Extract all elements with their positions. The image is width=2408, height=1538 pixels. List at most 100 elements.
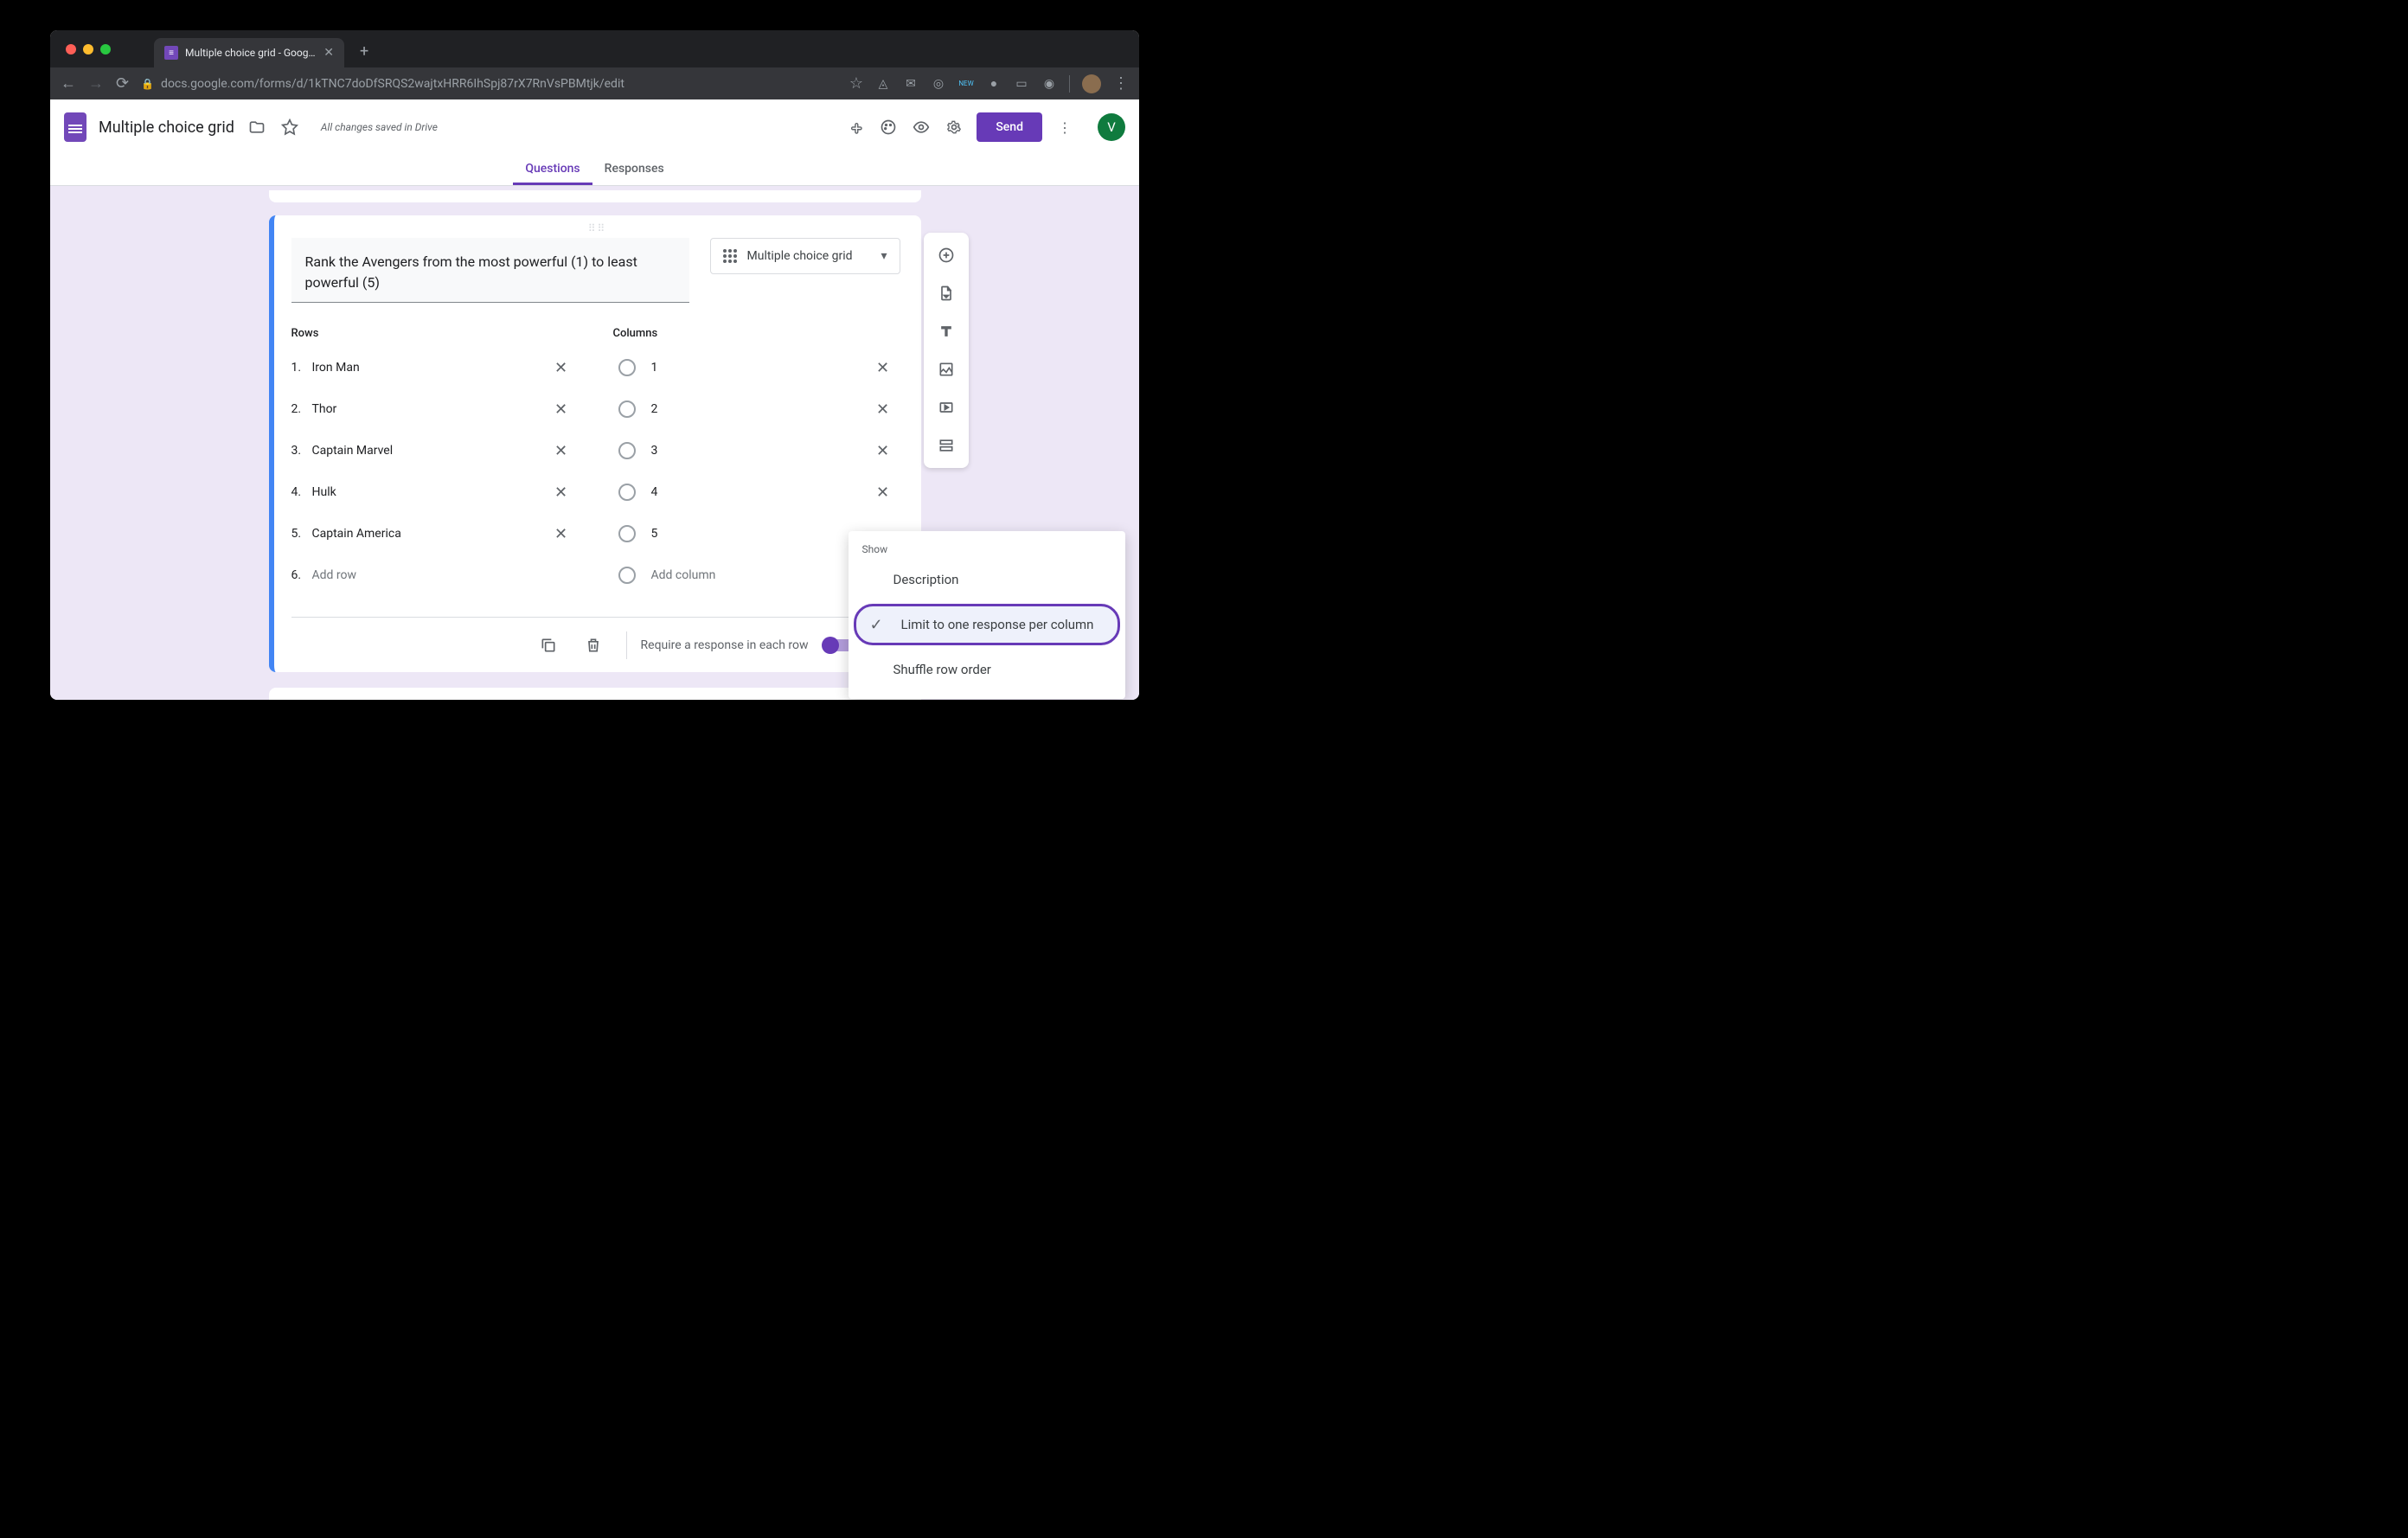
reload-button[interactable]: ⟳ bbox=[116, 74, 129, 93]
column-option[interactable]: 4✕ bbox=[613, 471, 900, 513]
remove-column-icon[interactable]: ✕ bbox=[866, 484, 900, 502]
popup-shuffle-rows[interactable]: Shuffle row order bbox=[849, 649, 1125, 690]
back-button[interactable]: ← bbox=[61, 74, 76, 93]
browser-window: ≡ Multiple choice grid - Google Fo ✕ + ←… bbox=[50, 30, 1139, 700]
remove-row-icon[interactable]: ✕ bbox=[544, 401, 579, 419]
ext-icon[interactable]: NEW bbox=[958, 76, 974, 92]
row-option[interactable]: 3.Captain Marvel✕ bbox=[291, 430, 579, 471]
popup-limit-per-column[interactable]: ✓Limit to one response per column bbox=[854, 604, 1120, 645]
remove-row-icon[interactable]: ✕ bbox=[544, 442, 579, 460]
require-label: Require a response in each row bbox=[641, 638, 809, 652]
preview-icon[interactable] bbox=[911, 117, 932, 138]
side-toolbar bbox=[924, 233, 969, 468]
remove-row-icon[interactable]: ✕ bbox=[544, 359, 579, 377]
question-text-input[interactable]: Rank the Avengers from the most powerful… bbox=[291, 238, 689, 303]
ext-icon[interactable]: ◉ bbox=[1041, 76, 1057, 92]
row-option[interactable]: 4.Hulk✕ bbox=[291, 471, 579, 513]
remove-row-icon[interactable]: ✕ bbox=[544, 484, 579, 502]
rows-column: 1.Iron Man✕ 2.Thor✕ 3.Captain Marvel✕ 4.… bbox=[291, 347, 579, 596]
palette-icon[interactable] bbox=[878, 117, 899, 138]
question-type-select[interactable]: Multiple choice grid ▾ bbox=[710, 238, 900, 274]
options-popup: Show Description ✓Limit to one response … bbox=[849, 531, 1125, 699]
forward-button[interactable]: → bbox=[88, 74, 104, 93]
radio-icon bbox=[618, 525, 636, 542]
send-button[interactable]: Send bbox=[977, 112, 1042, 142]
tab-title: Multiple choice grid - Google Fo bbox=[185, 47, 317, 59]
browser-menu-icon[interactable]: ⋮ bbox=[1113, 74, 1129, 93]
grid-icon bbox=[723, 249, 737, 263]
close-tab-icon[interactable]: ✕ bbox=[323, 46, 334, 60]
add-title-icon[interactable] bbox=[931, 316, 962, 347]
question-type-label: Multiple choice grid bbox=[747, 249, 853, 263]
form-canvas: ⠿⠿ Rank the Avengers from the most power… bbox=[50, 186, 1139, 700]
duplicate-icon[interactable] bbox=[529, 626, 567, 664]
extensions: ◬ ✉ ◎ NEW ● ▭ ◉ bbox=[875, 76, 1057, 92]
profile-avatar[interactable] bbox=[1082, 74, 1101, 93]
divider bbox=[626, 631, 627, 659]
form-title[interactable]: Multiple choice grid bbox=[99, 119, 234, 137]
drag-handle-icon[interactable]: ⠿⠿ bbox=[588, 222, 607, 234]
add-video-icon[interactable] bbox=[931, 392, 962, 423]
tab-questions[interactable]: Questions bbox=[513, 155, 592, 185]
column-option[interactable]: 2✕ bbox=[613, 388, 900, 430]
chevron-down-icon: ▾ bbox=[881, 249, 887, 263]
star-icon[interactable] bbox=[279, 117, 300, 138]
radio-icon bbox=[618, 401, 636, 418]
delete-icon[interactable] bbox=[574, 626, 612, 664]
maximize-window[interactable] bbox=[100, 44, 111, 54]
url-field[interactable]: 🔒 docs.google.com/forms/d/1kTNC7doDfSRQS… bbox=[141, 77, 837, 91]
address-bar: ← → ⟳ 🔒 docs.google.com/forms/d/1kTNC7do… bbox=[50, 67, 1139, 99]
minimize-window[interactable] bbox=[83, 44, 93, 54]
window-controls bbox=[66, 44, 111, 54]
forms-header: Multiple choice grid All changes saved i… bbox=[50, 99, 1139, 155]
remove-row-icon[interactable]: ✕ bbox=[544, 525, 579, 543]
radio-icon bbox=[618, 484, 636, 501]
remove-column-icon[interactable]: ✕ bbox=[866, 359, 900, 377]
add-section-icon[interactable] bbox=[931, 430, 962, 461]
browser-tab[interactable]: ≡ Multiple choice grid - Google Fo ✕ bbox=[154, 38, 344, 67]
form-tabs: Questions Responses bbox=[50, 155, 1139, 186]
titlebar: ≡ Multiple choice grid - Google Fo ✕ + bbox=[50, 30, 1139, 67]
forms-logo-icon[interactable] bbox=[64, 112, 86, 142]
question-card[interactable]: ⠿⠿ Rank the Avengers from the most power… bbox=[269, 215, 921, 672]
row-option[interactable]: 5.Captain America✕ bbox=[291, 513, 579, 554]
remove-column-icon[interactable]: ✕ bbox=[866, 401, 900, 419]
more-icon[interactable]: ⋮ bbox=[1054, 117, 1075, 138]
radio-icon bbox=[618, 359, 636, 376]
lock-icon: 🔒 bbox=[141, 78, 154, 90]
ext-icon[interactable]: ✉ bbox=[903, 76, 919, 92]
rows-header: Rows bbox=[291, 327, 579, 340]
add-question-icon[interactable] bbox=[931, 240, 962, 271]
add-image-icon[interactable] bbox=[931, 354, 962, 385]
remove-column-icon[interactable]: ✕ bbox=[866, 442, 900, 460]
settings-icon[interactable] bbox=[944, 117, 964, 138]
user-avatar[interactable]: V bbox=[1098, 113, 1125, 141]
addons-icon[interactable] bbox=[845, 117, 866, 138]
popup-description[interactable]: Description bbox=[849, 559, 1125, 600]
url-text: docs.google.com/forms/d/1kTNC7doDfSRQS2w… bbox=[161, 77, 624, 91]
ext-icon[interactable]: ● bbox=[986, 76, 1002, 92]
column-option[interactable]: 3✕ bbox=[613, 430, 900, 471]
folder-icon[interactable] bbox=[247, 117, 267, 138]
row-option[interactable]: 1.Iron Man✕ bbox=[291, 347, 579, 388]
ext-icon[interactable]: ◬ bbox=[875, 76, 891, 92]
bookmark-star-icon[interactable]: ☆ bbox=[849, 74, 863, 93]
column-option[interactable]: 1✕ bbox=[613, 347, 900, 388]
check-icon: ✓ bbox=[870, 616, 901, 634]
popup-section-label: Show bbox=[849, 540, 1125, 559]
prev-card-edge bbox=[269, 190, 921, 202]
card-footer: Require a response in each row ⋮ bbox=[291, 617, 900, 672]
ext-icon[interactable]: ◎ bbox=[931, 76, 946, 92]
radio-icon bbox=[618, 567, 636, 584]
forms-favicon: ≡ bbox=[164, 46, 178, 60]
new-tab-button[interactable]: + bbox=[360, 42, 368, 61]
next-card[interactable]: Image title bbox=[269, 688, 921, 700]
ext-icon[interactable]: ▭ bbox=[1014, 76, 1029, 92]
close-window[interactable] bbox=[66, 44, 76, 54]
columns-header: Columns bbox=[613, 327, 900, 340]
import-questions-icon[interactable] bbox=[931, 278, 962, 309]
add-row[interactable]: 6.Add row bbox=[291, 554, 579, 596]
save-status: All changes saved in Drive bbox=[321, 121, 438, 133]
row-option[interactable]: 2.Thor✕ bbox=[291, 388, 579, 430]
tab-responses[interactable]: Responses bbox=[592, 155, 676, 185]
